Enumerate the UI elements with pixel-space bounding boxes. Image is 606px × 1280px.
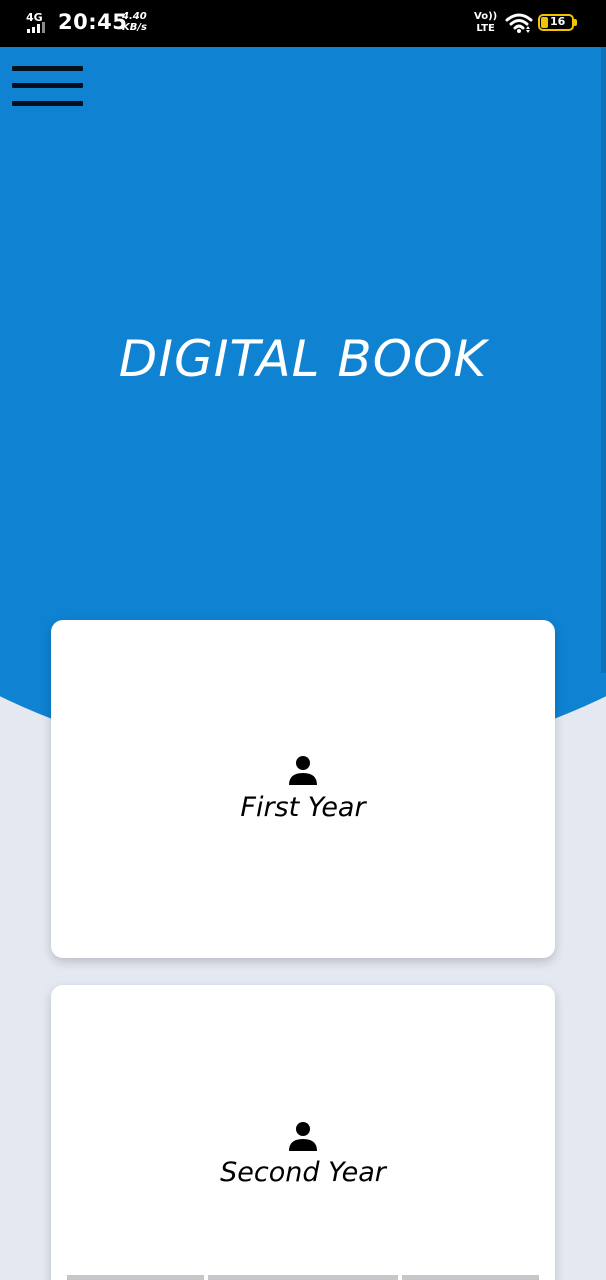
menu-bar-bottom [12, 101, 83, 106]
status-bar: 4G 20:45 4.40 KB/s Vo)) LTE 16 [0, 0, 606, 47]
wifi-icon [505, 13, 533, 33]
hamburger-menu-icon[interactable] [12, 66, 84, 110]
person-icon [289, 756, 317, 785]
second-year-label: Second Year [220, 1157, 386, 1188]
person-icon [289, 1122, 317, 1151]
first-year-label: First Year [240, 792, 366, 823]
bottom-divider [402, 1275, 539, 1280]
menu-bar-middle [12, 83, 83, 88]
menu-bar-top [12, 66, 83, 71]
app-title: DIGITAL BOOK [118, 330, 488, 388]
battery-level-text: 16 [550, 15, 566, 28]
battery-icon: 16 [538, 14, 574, 31]
volte-label: Vo)) [474, 11, 498, 22]
volte-indicator: Vo)) LTE [474, 11, 497, 35]
bottom-divider [208, 1275, 398, 1280]
first-year-card[interactable]: First Year [51, 620, 555, 958]
second-year-card[interactable]: Second Year [51, 985, 555, 1280]
battery-tip [574, 19, 577, 26]
bottom-divider [67, 1275, 204, 1280]
battery-level-fill [541, 17, 548, 28]
lte-label: LTE [476, 23, 495, 34]
clock: 20:45 [58, 10, 128, 34]
app-screen: 4G 20:45 4.40 KB/s Vo)) LTE 16 DIGITAL B… [0, 0, 606, 1280]
network-speed-value: 4.40 [122, 11, 147, 22]
signal-strength-icon [27, 22, 45, 33]
network-speed: 4.40 KB/s [122, 11, 147, 33]
network-speed-unit: KB/s [122, 22, 147, 33]
